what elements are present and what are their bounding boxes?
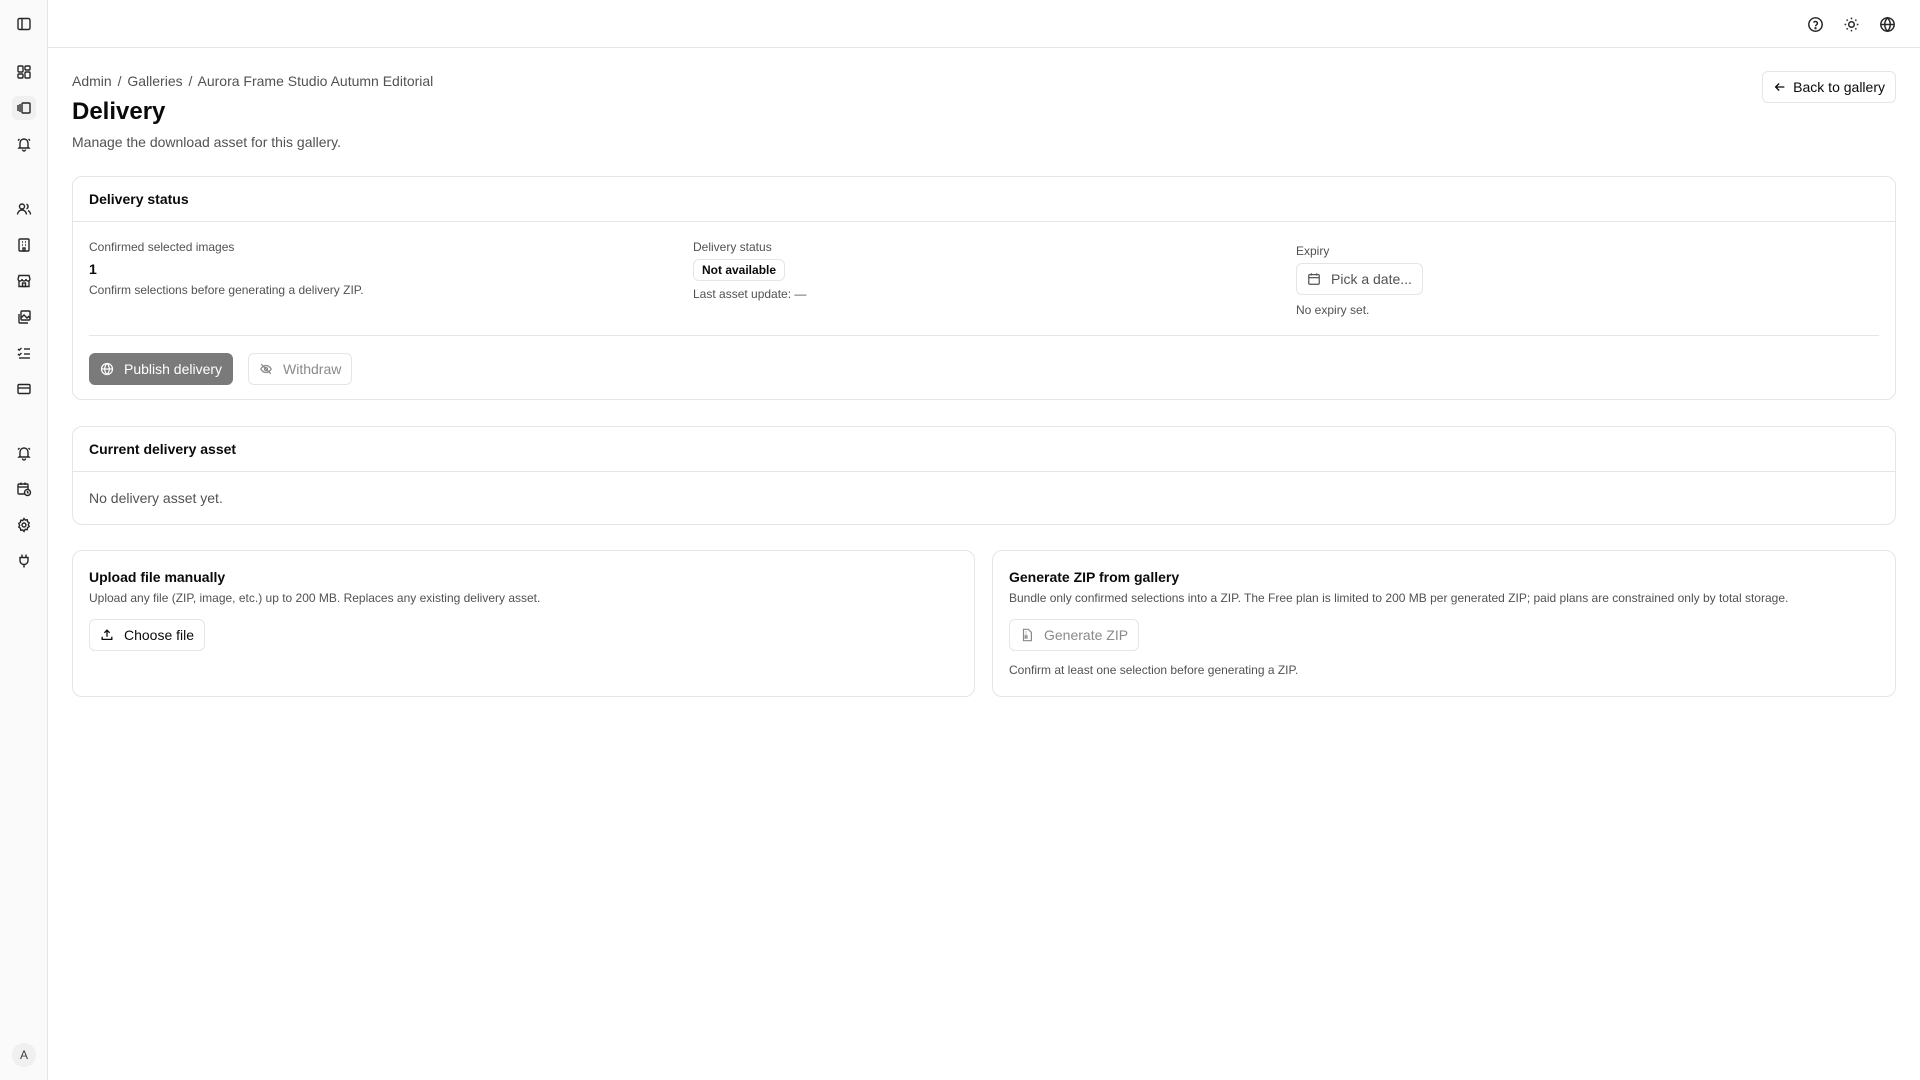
store-icon[interactable] <box>12 269 36 293</box>
page-title: Delivery <box>72 98 166 125</box>
notifications-icon[interactable] <box>12 132 36 156</box>
delivery-status-card-title: Delivery status <box>73 177 1895 222</box>
withdraw-label: Withdraw <box>283 361 342 377</box>
expiry-hint: No expiry set. <box>1296 303 1370 317</box>
images-icon[interactable] <box>12 305 36 329</box>
theme-sun-icon[interactable] <box>1839 12 1863 36</box>
expiry-label: Expiry <box>1296 244 1330 258</box>
last-asset-update: Last asset update: — <box>693 287 807 301</box>
publish-delivery-button[interactable]: Publish delivery <box>89 353 234 385</box>
globe-icon <box>100 362 114 376</box>
file-zip-icon <box>1022 628 1032 642</box>
choose-file-label: Choose file <box>124 627 195 643</box>
delivery-status-card: Delivery status Confirmed selected image… <box>72 176 1896 400</box>
zip-card-title: Generate ZIP from gallery <box>1009 569 1180 585</box>
alerts-icon[interactable] <box>12 441 36 465</box>
galleries-icon[interactable] <box>12 96 36 120</box>
back-to-gallery-label: Back to gallery <box>1793 79 1885 95</box>
sidebar: A <box>0 0 48 1080</box>
topbar <box>48 0 1920 48</box>
settings-icon[interactable] <box>12 513 36 537</box>
current-asset-card-title: Current delivery asset <box>73 427 1895 472</box>
breadcrumb-galleries[interactable]: Galleries <box>127 73 182 89</box>
zip-card-description: Bundle only confirmed selections into a … <box>1009 591 1789 605</box>
billing-icon[interactable] <box>12 377 36 401</box>
current-asset-card: Current delivery asset No delivery asset… <box>72 426 1896 525</box>
breadcrumb-separator: / <box>117 73 122 89</box>
confirmed-images-label: Confirmed selected images <box>89 240 235 254</box>
confirmed-images-hint: Confirm selections before generating a d… <box>89 283 364 297</box>
page-description: Manage the download asset for this galle… <box>72 134 342 150</box>
generate-zip-button[interactable]: Generate ZIP <box>1009 619 1140 651</box>
delivery-status-label: Delivery status <box>693 240 772 254</box>
upload-card-title: Upload file manually <box>89 569 226 585</box>
calendar-icon <box>1308 273 1320 285</box>
arrow-left-icon <box>1774 83 1785 91</box>
upload-card-description: Upload any file (ZIP, image, etc.) up to… <box>89 591 541 605</box>
language-globe-icon[interactable] <box>1875 12 1899 36</box>
no-asset-message: No delivery asset yet. <box>89 490 223 506</box>
upload-icon <box>101 629 113 641</box>
expiry-placeholder: Pick a date... <box>1331 271 1412 287</box>
withdraw-button[interactable]: Withdraw <box>248 353 353 385</box>
checklist-icon[interactable] <box>12 341 36 365</box>
breadcrumb: Admin / Galleries / Aurora Frame Studio … <box>72 73 435 89</box>
upload-file-card: Upload file manually Upload any file (ZI… <box>72 550 975 697</box>
breadcrumb-gallery-name[interactable]: Aurora Frame Studio Autumn Editorial <box>198 73 434 89</box>
avatar[interactable]: A <box>12 1043 36 1067</box>
schedule-icon[interactable] <box>12 477 36 501</box>
eye-off-icon <box>260 363 272 375</box>
publish-delivery-label: Publish delivery <box>124 361 223 377</box>
generate-zip-label: Generate ZIP <box>1044 627 1129 643</box>
back-to-gallery-button[interactable]: Back to gallery <box>1762 71 1896 103</box>
choose-file-button[interactable]: Choose file <box>89 619 206 651</box>
generate-zip-card: Generate ZIP from gallery Bundle only co… <box>992 550 1896 697</box>
confirmed-images-count: 1 <box>89 261 97 277</box>
expiry-date-picker[interactable]: Pick a date... <box>1296 263 1423 295</box>
toggle-sidebar-icon[interactable] <box>12 12 36 36</box>
breadcrumb-separator: / <box>188 73 193 89</box>
help-icon[interactable] <box>1803 12 1827 36</box>
status-divider <box>89 335 1879 336</box>
dashboard-icon[interactable] <box>12 60 36 84</box>
building-icon[interactable] <box>12 233 36 257</box>
integrations-icon[interactable] <box>12 549 36 573</box>
clients-icon[interactable] <box>12 197 36 221</box>
breadcrumb-admin[interactable]: Admin <box>72 73 112 89</box>
zip-card-hint: Confirm at least one selection before ge… <box>1009 663 1299 677</box>
status-badge: Not available <box>693 259 786 281</box>
